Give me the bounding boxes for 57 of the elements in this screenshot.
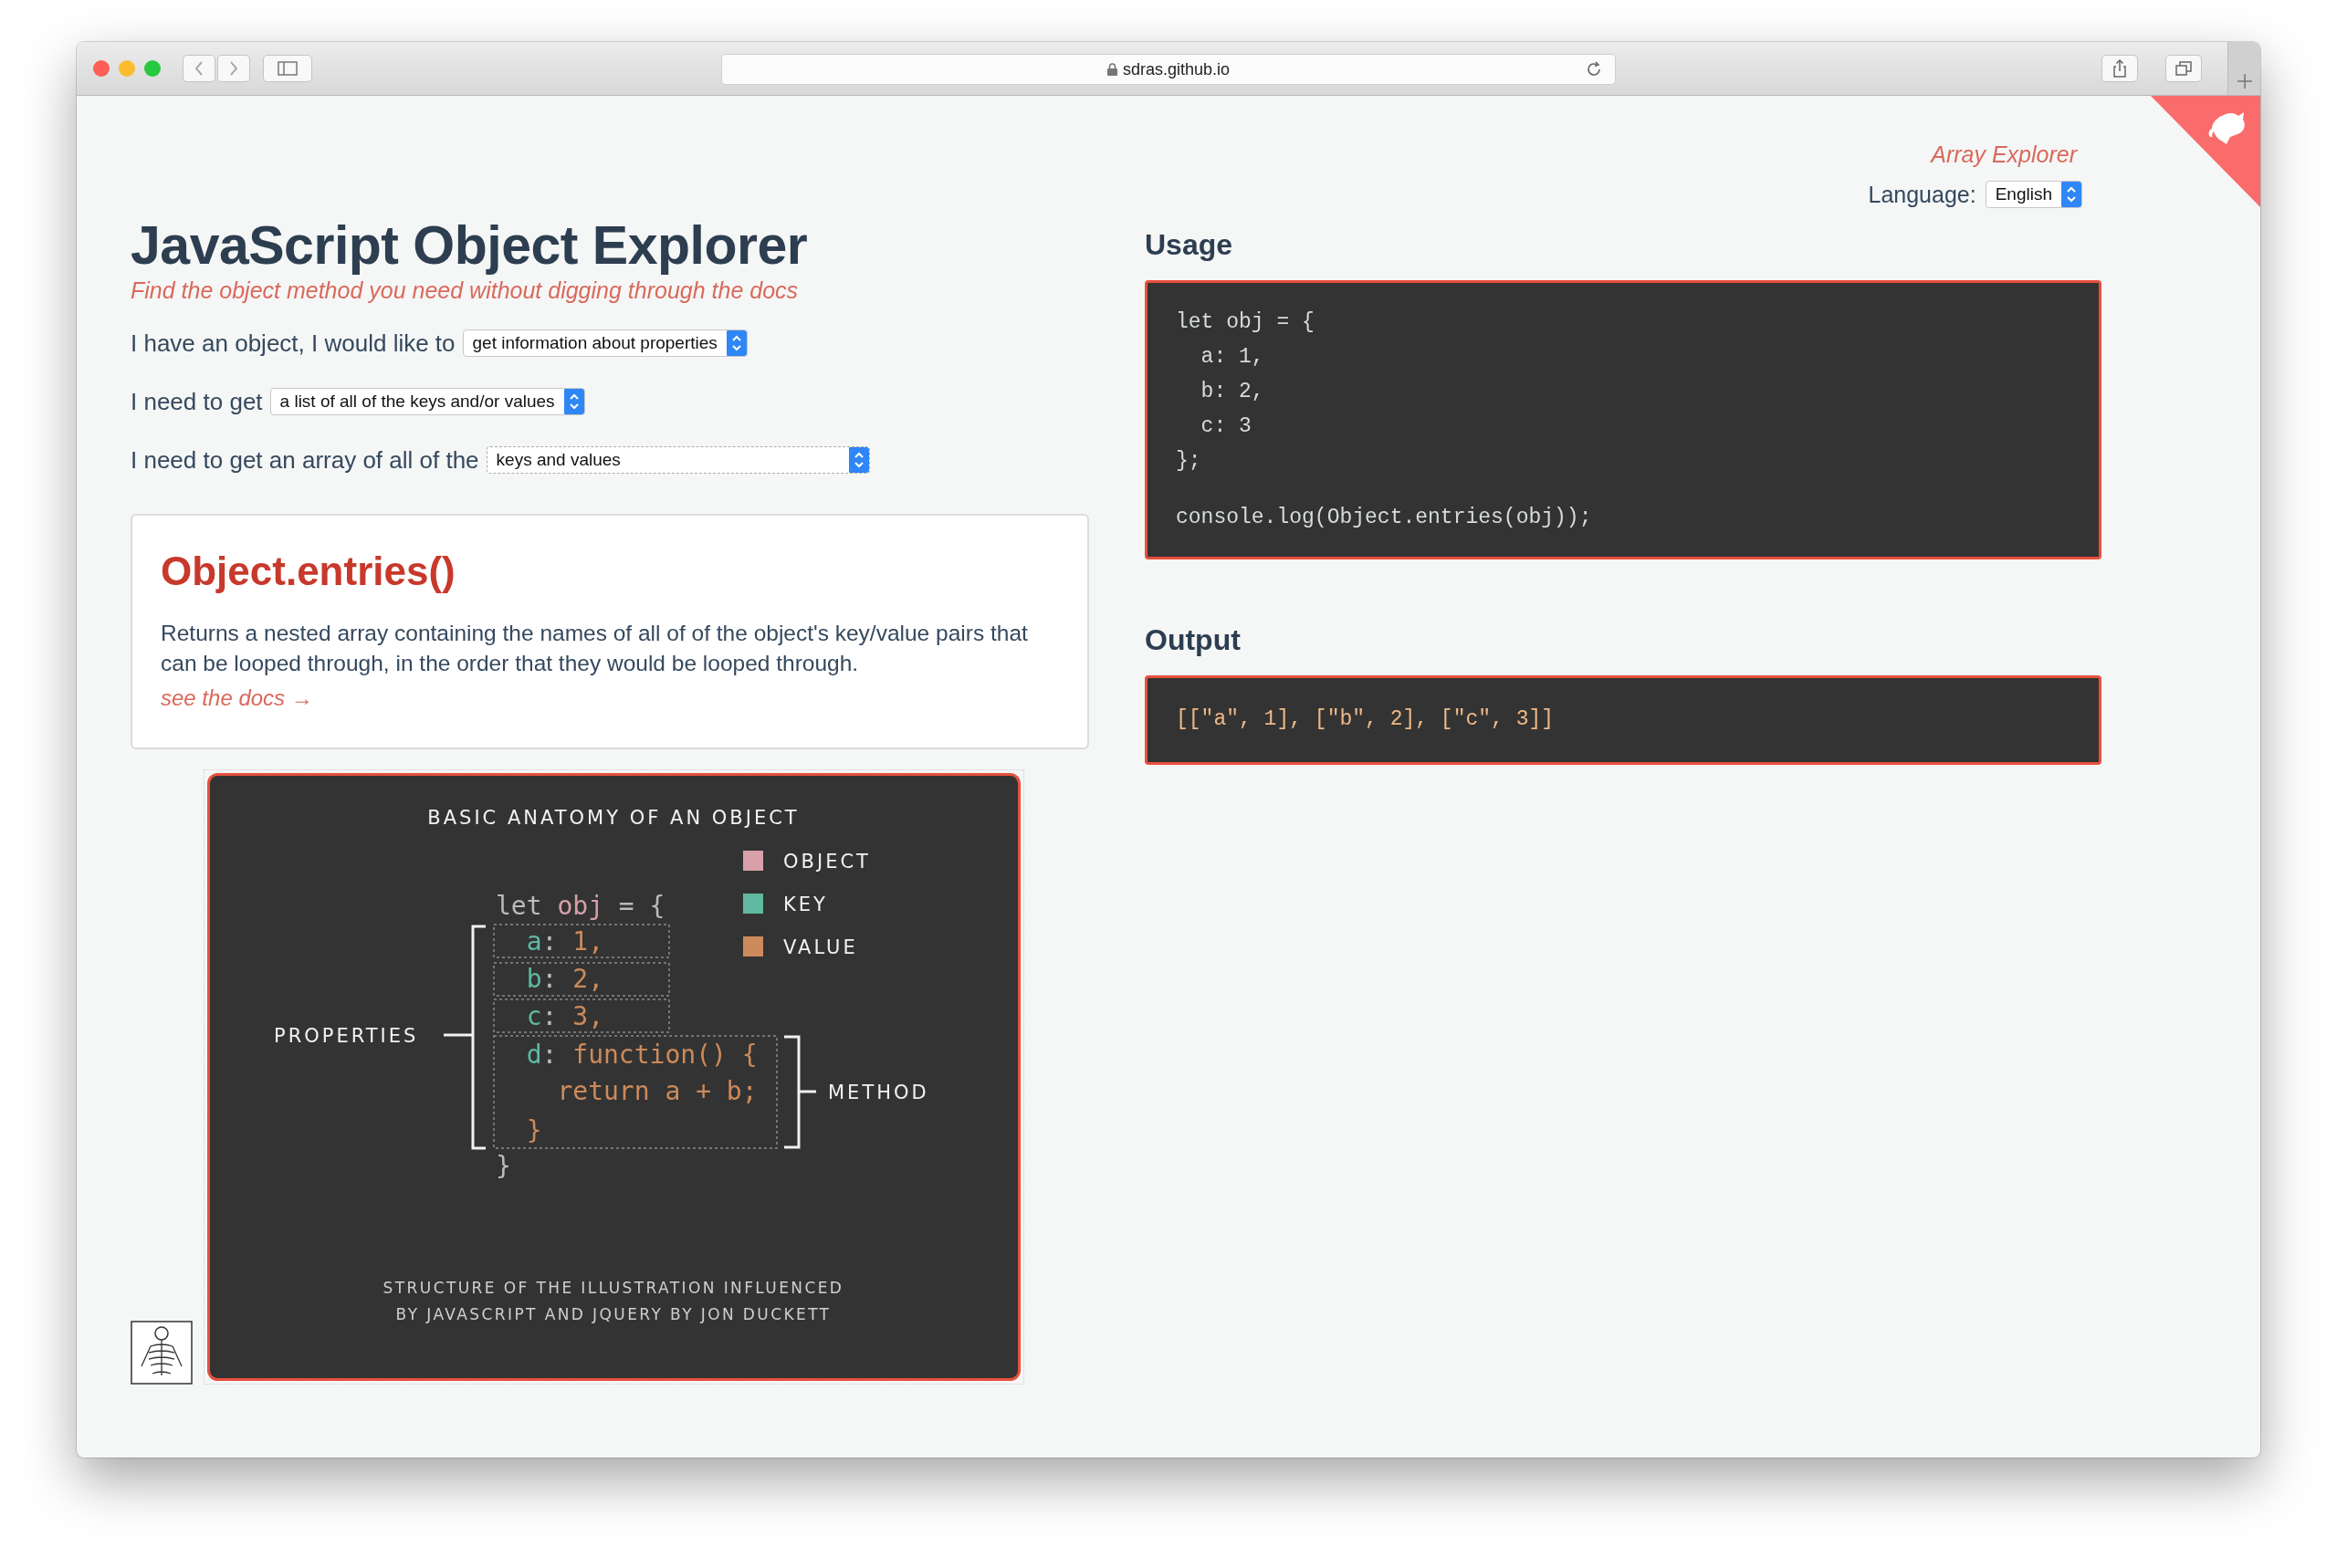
code-line: a: 1, (526, 925, 603, 956)
option-select[interactable]: a list of all of the keys and/or values (269, 388, 585, 416)
legend-label: KEY (783, 893, 828, 915)
reload-icon[interactable] (1586, 61, 1602, 78)
address-bar[interactable]: sdras.github.io (721, 54, 1616, 85)
option-select[interactable]: get information about properties (462, 329, 748, 358)
output-heading: Output (1145, 623, 1242, 657)
code-line: let obj = { (496, 890, 665, 921)
usage-code-block: let obj = { a: 1, b: 2, c: 3 }; console.log(Object.entries(obj)); (1145, 280, 2101, 559)
page-title: JavaScript Object Explorer (131, 216, 809, 276)
code-line: } (496, 1150, 511, 1181)
new-tab-button[interactable] (2227, 42, 2260, 95)
legend-label: OBJECT (783, 850, 871, 873)
code-line: c: 3, (526, 1000, 603, 1031)
question-label: I have an object, I would like to (131, 329, 456, 358)
lock-icon (1106, 63, 1117, 76)
skeleton-icon (131, 1320, 193, 1385)
page-subtitle: Find the object method you need without digging through the docs (131, 277, 800, 304)
properties-label: PROPERTIES (274, 1024, 419, 1047)
close-window-button[interactable] (93, 60, 110, 77)
chevron-right-icon (228, 60, 239, 77)
option-select[interactable]: keys and values (486, 446, 870, 475)
question-label: I need to get (131, 387, 263, 416)
language-label: Language: (1868, 181, 1976, 208)
share-icon (2112, 59, 2127, 78)
stepper-icon (2061, 182, 2081, 207)
legend-label: VALUE (783, 936, 858, 958)
diagram-title: BASIC ANATOMY OF AN OBJECT (427, 806, 800, 829)
chevron-left-icon (194, 60, 204, 77)
stepper-icon (726, 330, 747, 357)
method-name: Object.entries() (161, 548, 456, 594)
method-label: METHOD (828, 1081, 929, 1103)
output-code-block: [["a", 1], ["b", 2], ["c", 3]] (1145, 675, 2101, 765)
question-label: I need to get an array of all of the (131, 445, 479, 475)
method-description: Returns a nested array containing the names of all of of the object's key/value pairs that can be looped through, in the order that they would be looped through. (161, 619, 1029, 677)
code-line: return a + b; (557, 1075, 758, 1106)
credit-text: BY JAVASCRIPT AND JQUERY BY JON DUCKETT (395, 1304, 832, 1323)
sidebar-icon (278, 61, 298, 76)
code-line: b: 2, (526, 963, 603, 994)
code-line: } (526, 1114, 542, 1145)
forward-button[interactable] (217, 55, 250, 82)
credit-text: STRUCTURE OF THE ILLUSTRATION INFLUENCED (383, 1278, 844, 1297)
back-button[interactable] (183, 55, 215, 82)
tabs-icon (2175, 61, 2192, 76)
share-button[interactable] (2101, 55, 2138, 82)
usage-heading: Usage (1145, 228, 1234, 262)
tabs-button[interactable] (2165, 55, 2202, 82)
sidebar-button[interactable] (263, 55, 312, 82)
minimize-window-button[interactable] (119, 60, 135, 77)
stepper-icon (848, 447, 869, 474)
plus-icon (2236, 73, 2253, 89)
zoom-window-button[interactable] (144, 60, 161, 77)
url-text: sdras.github.io (1122, 59, 1231, 79)
github-corner-icon[interactable] (2151, 96, 2260, 207)
language-select[interactable]: English (1985, 181, 2082, 208)
stepper-icon (563, 389, 584, 415)
code-line: d: function() { (526, 1039, 758, 1070)
